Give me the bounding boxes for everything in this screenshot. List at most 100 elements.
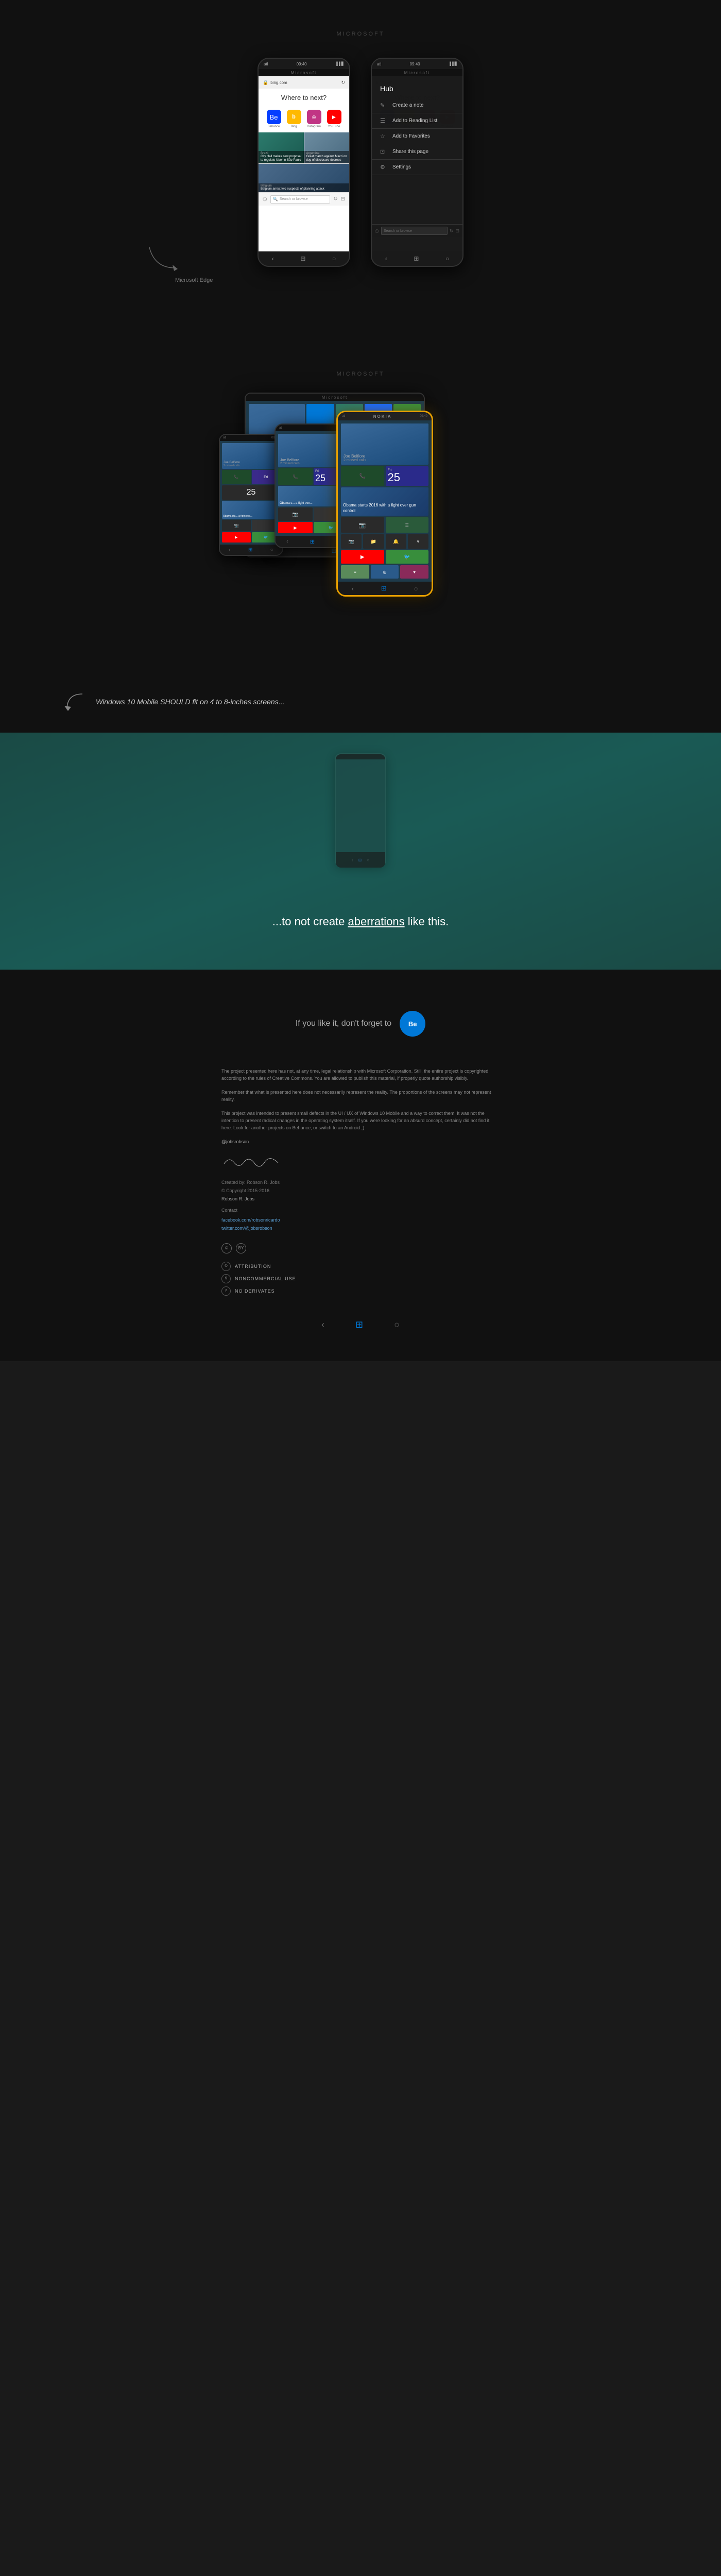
instagram-app[interactable]: ◎ Instagram <box>307 110 321 128</box>
section-devices: Microsoft Microsoft Joe Belfiore 2 misse… <box>0 340 721 733</box>
hub-item-reading[interactable]: ☰ Add to Reading List <box>372 113 462 129</box>
nokia-brand: NOKIA <box>373 414 392 419</box>
med-back[interactable]: ‹ <box>286 538 288 545</box>
nokia-search[interactable]: ○ <box>414 585 418 592</box>
facebook-link[interactable]: facebook.com/robsonricardo <box>221 1217 280 1223</box>
search-bar-1[interactable]: 🔍 Search or browse <box>270 195 330 204</box>
favorites-icon: ☆ <box>380 133 387 140</box>
youtube-app[interactable]: ▶ YouTube <box>327 110 341 128</box>
footer-search[interactable]: ○ <box>394 1319 400 1330</box>
cc-icons-row: © BY <box>221 1243 500 1253</box>
cc-icon-by: BY <box>236 1243 246 1253</box>
nokia-app-row: 📷 📁 🔔 ♥ <box>341 534 428 549</box>
aberration-text-after: like this. <box>405 915 449 928</box>
reading-icon: ☰ <box>380 117 387 124</box>
aberration-phone-silhouette: ‹ ⊞ ○ <box>335 753 386 867</box>
cc-icon-main: © <box>221 1243 232 1253</box>
bing-label: Bing <box>287 125 301 128</box>
search-btn-1[interactable]: ○ <box>332 255 336 262</box>
phone-nokia-frame: atl NOKIA 09:40 Joe Belfiore 2 missed ca… <box>336 411 433 597</box>
arrow-icon <box>62 691 88 712</box>
tablet-win[interactable]: ⊞ <box>331 547 336 554</box>
nokia-news2: ☰ <box>386 517 429 533</box>
behance-label: Behance <box>267 125 281 128</box>
nokia-news-text: Obama starts 2016 with a fight over gun … <box>343 503 426 514</box>
med-phone-tile: 📞 <box>278 468 313 485</box>
hub-item-share[interactable]: ⊡ Share this page <box>372 144 462 160</box>
footer-back[interactable]: ‹ <box>321 1319 324 1330</box>
bing-app[interactable]: b Bing <box>287 110 301 128</box>
nokia-phone-tile: 📞 <box>341 466 384 486</box>
behance-like-button[interactable]: Be <box>400 1011 425 1037</box>
bing-icon: b <box>287 110 301 124</box>
hub-title: Hub <box>372 82 462 98</box>
history-icon[interactable]: ◷ <box>263 196 267 202</box>
url-bar-1[interactable]: 🔒 bing.com ↻ <box>259 76 349 89</box>
small-news-text: Obama sta... a fight ove... <box>223 515 279 518</box>
hub-item-settings[interactable]: ⚙ Settings <box>372 160 462 175</box>
med-carrier: atl <box>279 427 282 430</box>
small-news-tile: Obama sta... a fight ove... <box>222 501 280 519</box>
refresh-icon-bottom[interactable]: ↻ <box>333 196 337 202</box>
news-headline-argentina: Great march against Macri on day of disc… <box>306 155 348 162</box>
browser-title-1: Where to next? <box>259 89 349 106</box>
twitter-link[interactable]: twitter.com/@jobsrobson <box>221 1226 272 1231</box>
phone-screen-2: bing.com Where to next? BeBehance bBing … <box>372 76 462 251</box>
refresh-icon[interactable]: ↻ <box>341 80 345 86</box>
small-win[interactable]: ⊞ <box>248 547 252 553</box>
nokia-time: 09:40 <box>420 415 427 418</box>
brand-bar-2: Microsoft <box>372 69 462 76</box>
note-icon: ✎ <box>380 102 387 109</box>
nokia-cam: 📷 <box>341 517 384 533</box>
footer-contact-links: facebook.com/robsonricardo twitter.com/@… <box>221 1216 500 1232</box>
nokia-person-name: Joe Belfiore <box>344 454 426 459</box>
settings-icon: ⚙ <box>380 164 387 171</box>
brand-header-2: Microsoft <box>337 371 385 377</box>
news-cell-belgium[interactable]: Belgium Belgium arrest two suspects of p… <box>259 164 349 192</box>
back-btn-2[interactable]: ‹ <box>385 255 387 262</box>
windows-btn-1[interactable]: ⊞ <box>300 255 305 262</box>
like-text: If you like it, don't forget to <box>296 1019 391 1028</box>
time-1: 09:40 <box>297 62 307 66</box>
small-phone-screen: Joe Belfiore 2 missed calls 📞 Fri 25 Oba… <box>220 441 282 545</box>
like-row: If you like it, don't forget to Be <box>296 1011 425 1037</box>
time-2: 09:40 <box>410 62 420 66</box>
news-cell-argentina[interactable]: Argentina Great march against Macri on d… <box>304 132 350 163</box>
aberration-text-before: ...to not create <box>272 915 348 928</box>
instagram-icon: ◎ <box>307 110 321 124</box>
small-search[interactable]: ○ <box>270 547 273 553</box>
small-bottom-tiles: ▶ 🐦 <box>222 532 280 543</box>
nokia-person-tile: Joe Belfiore 2 missed calls <box>341 423 428 465</box>
edge-label: Microsoft Edge <box>175 277 213 283</box>
tabs-icon[interactable]: ⊟ <box>341 196 345 202</box>
footer-para-1: The project presented here has not, at a… <box>221 1067 500 1082</box>
footer-win[interactable]: ⊞ <box>355 1319 363 1330</box>
small-date-tile: 25 <box>222 485 280 500</box>
url-text: bing.com <box>270 80 339 85</box>
nokia-extra-row: ≡ ◎ ♥ <box>341 565 428 579</box>
behance-app[interactable]: Be Behance <box>267 110 281 128</box>
aberration-text-block: ...to not create aberrations like this. <box>272 915 449 928</box>
footer-credits: Created by: Robson R. Jobs <box>221 1180 500 1185</box>
hub-label-note: Create a note <box>392 103 424 108</box>
nokia-win[interactable]: ⊞ <box>381 584 387 592</box>
nokia-bottom-apps: ▶ 🐦 <box>341 550 428 564</box>
footer-para-2: Remember that what is presented here doe… <box>221 1089 500 1104</box>
small-back[interactable]: ‹ <box>229 547 230 553</box>
news-cell-brazil[interactable]: Brazil City Hall makes new proposal to r… <box>259 132 304 163</box>
windows-btn-2[interactable]: ⊞ <box>414 255 419 262</box>
carrier-1: atl <box>264 62 268 66</box>
section-footer: If you like it, don't forget to Be The p… <box>0 970 721 1361</box>
med-win[interactable]: ⊞ <box>310 538 315 545</box>
nokia-back[interactable]: ‹ <box>351 585 353 592</box>
hub-item-favorites[interactable]: ☆ Add to Favorites <box>372 129 462 144</box>
small-carrier: atl <box>223 436 226 439</box>
med-cam-tile: 📷 <box>278 507 313 521</box>
search-btn-2[interactable]: ○ <box>445 255 449 262</box>
section-edge: Microsoft atl 09:40 ▐▐ ▊ Microsoft 🔒 bin… <box>0 0 721 340</box>
hub-search-placeholder: Search or browse <box>384 229 412 233</box>
hub-item-note[interactable]: ✎ Create a note <box>372 98 462 113</box>
footer-handle: @jobsrobson <box>221 1138 500 1145</box>
back-btn-1[interactable]: ‹ <box>272 255 274 262</box>
phone-small-frame: atl 09:40 Joe Belfiore 2 missed calls 📞 … <box>219 434 283 556</box>
